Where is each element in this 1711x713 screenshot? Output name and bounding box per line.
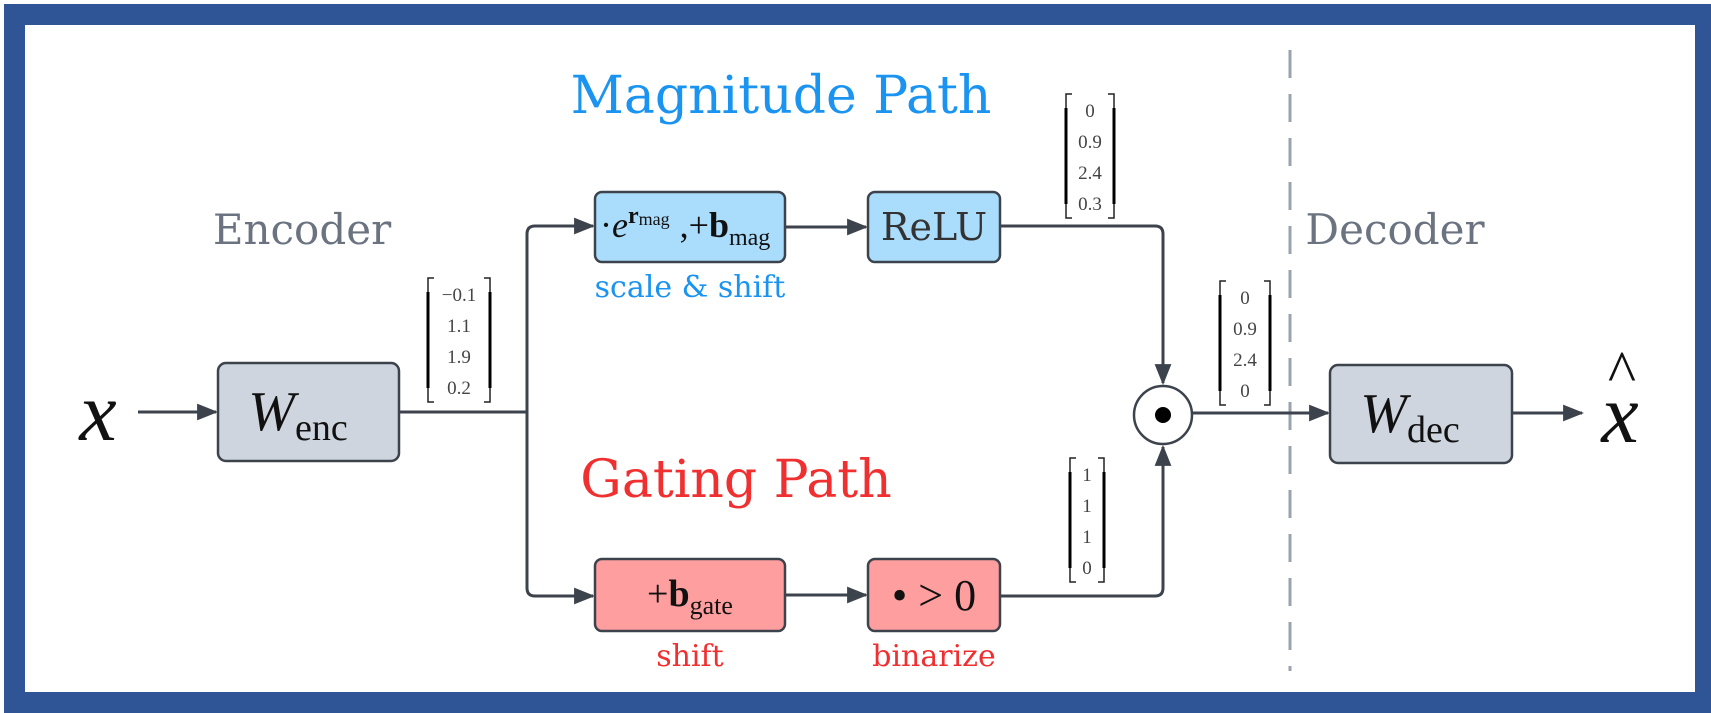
- vector-pre-activation: −0.1 1.1 1.9 0.2: [426, 277, 492, 403]
- branch-to-magnitude: [525, 217, 596, 412]
- vector-entry: 1: [1082, 496, 1092, 517]
- exp-r-sub: mag: [639, 209, 670, 229]
- vector-entry: −0.1: [442, 285, 476, 306]
- binarize-box: • > 0: [866, 557, 1002, 633]
- exp-r: r: [628, 203, 639, 229]
- binarize-caption: binarize: [872, 639, 996, 671]
- architecture-diagram: Encoder Decoder Magnitude Path Gating Pa…: [77, 50, 1639, 671]
- relu-label: ReLU: [881, 205, 987, 249]
- b-gate-sub: gate: [690, 591, 733, 620]
- vector-entry: 1.1: [447, 316, 471, 337]
- w-enc-main: W: [248, 381, 299, 443]
- relu-box: ReLU: [866, 190, 1002, 264]
- gating-path-title: Gating Path: [580, 450, 891, 510]
- vector-entry: 0: [1082, 558, 1092, 579]
- relu-to-hadamard: [1000, 224, 1172, 386]
- vector-entry: 2.4: [1078, 163, 1102, 184]
- vector-entry: 0: [1085, 101, 1095, 122]
- gate-plus: +: [647, 573, 668, 615]
- vector-entry: 1.9: [447, 347, 471, 368]
- w-enc-sub: enc: [295, 407, 348, 449]
- gate-shift-box: +bgate: [593, 557, 787, 633]
- encoder-label: Encoder: [213, 205, 392, 254]
- hat-accent: ^: [1608, 339, 1636, 405]
- scale-shift-caption: scale & shift: [595, 270, 786, 305]
- vector-entry: 0.9: [1233, 319, 1257, 340]
- vector-entry: 0.3: [1078, 194, 1102, 215]
- vector-entry: 0: [1240, 288, 1250, 309]
- input-x-symbol: x: [77, 366, 116, 459]
- plus-b: ,+: [680, 205, 709, 245]
- hadamard-product-node: [1132, 384, 1194, 446]
- vector-features: 0 0.9 2.4 0: [1218, 280, 1272, 406]
- b-mag-sub: mag: [729, 225, 770, 251]
- encoder-weight-box: Wenc: [216, 361, 401, 463]
- vector-entry: 0.9: [1078, 132, 1102, 153]
- magnitude-path-title: Magnitude Path: [571, 66, 992, 126]
- shift-caption: shift: [656, 639, 723, 671]
- vector-entry: 1: [1082, 527, 1092, 548]
- vector-entry: 0.2: [447, 378, 471, 399]
- decoder-label: Decoder: [1305, 205, 1485, 254]
- exp-e: e: [612, 205, 628, 245]
- diagram-canvas: Encoder Decoder Magnitude Path Gating Pa…: [25, 25, 1674, 671]
- magnitude-scale-shift-box: ·ermag ,+bmag: [593, 190, 787, 264]
- vector-magnitude-out: 0 0.9 2.4 0.3: [1064, 93, 1116, 219]
- dot-operator: ·: [600, 205, 612, 245]
- vector-entry: 1: [1082, 465, 1092, 486]
- hadamard-dot-icon: [1155, 407, 1171, 423]
- w-dec-sub: dec: [1407, 409, 1460, 451]
- decoder-weight-box: Wdec: [1328, 363, 1514, 465]
- b-mag: b: [709, 205, 729, 245]
- vector-entry: 2.4: [1233, 350, 1257, 371]
- vector-entry: 0: [1240, 381, 1250, 402]
- w-dec-main: W: [1360, 383, 1411, 445]
- vector-gate-out: 1 1 1 0: [1068, 457, 1106, 583]
- b-gate: b: [668, 573, 689, 615]
- binarize-label: • > 0: [892, 571, 976, 620]
